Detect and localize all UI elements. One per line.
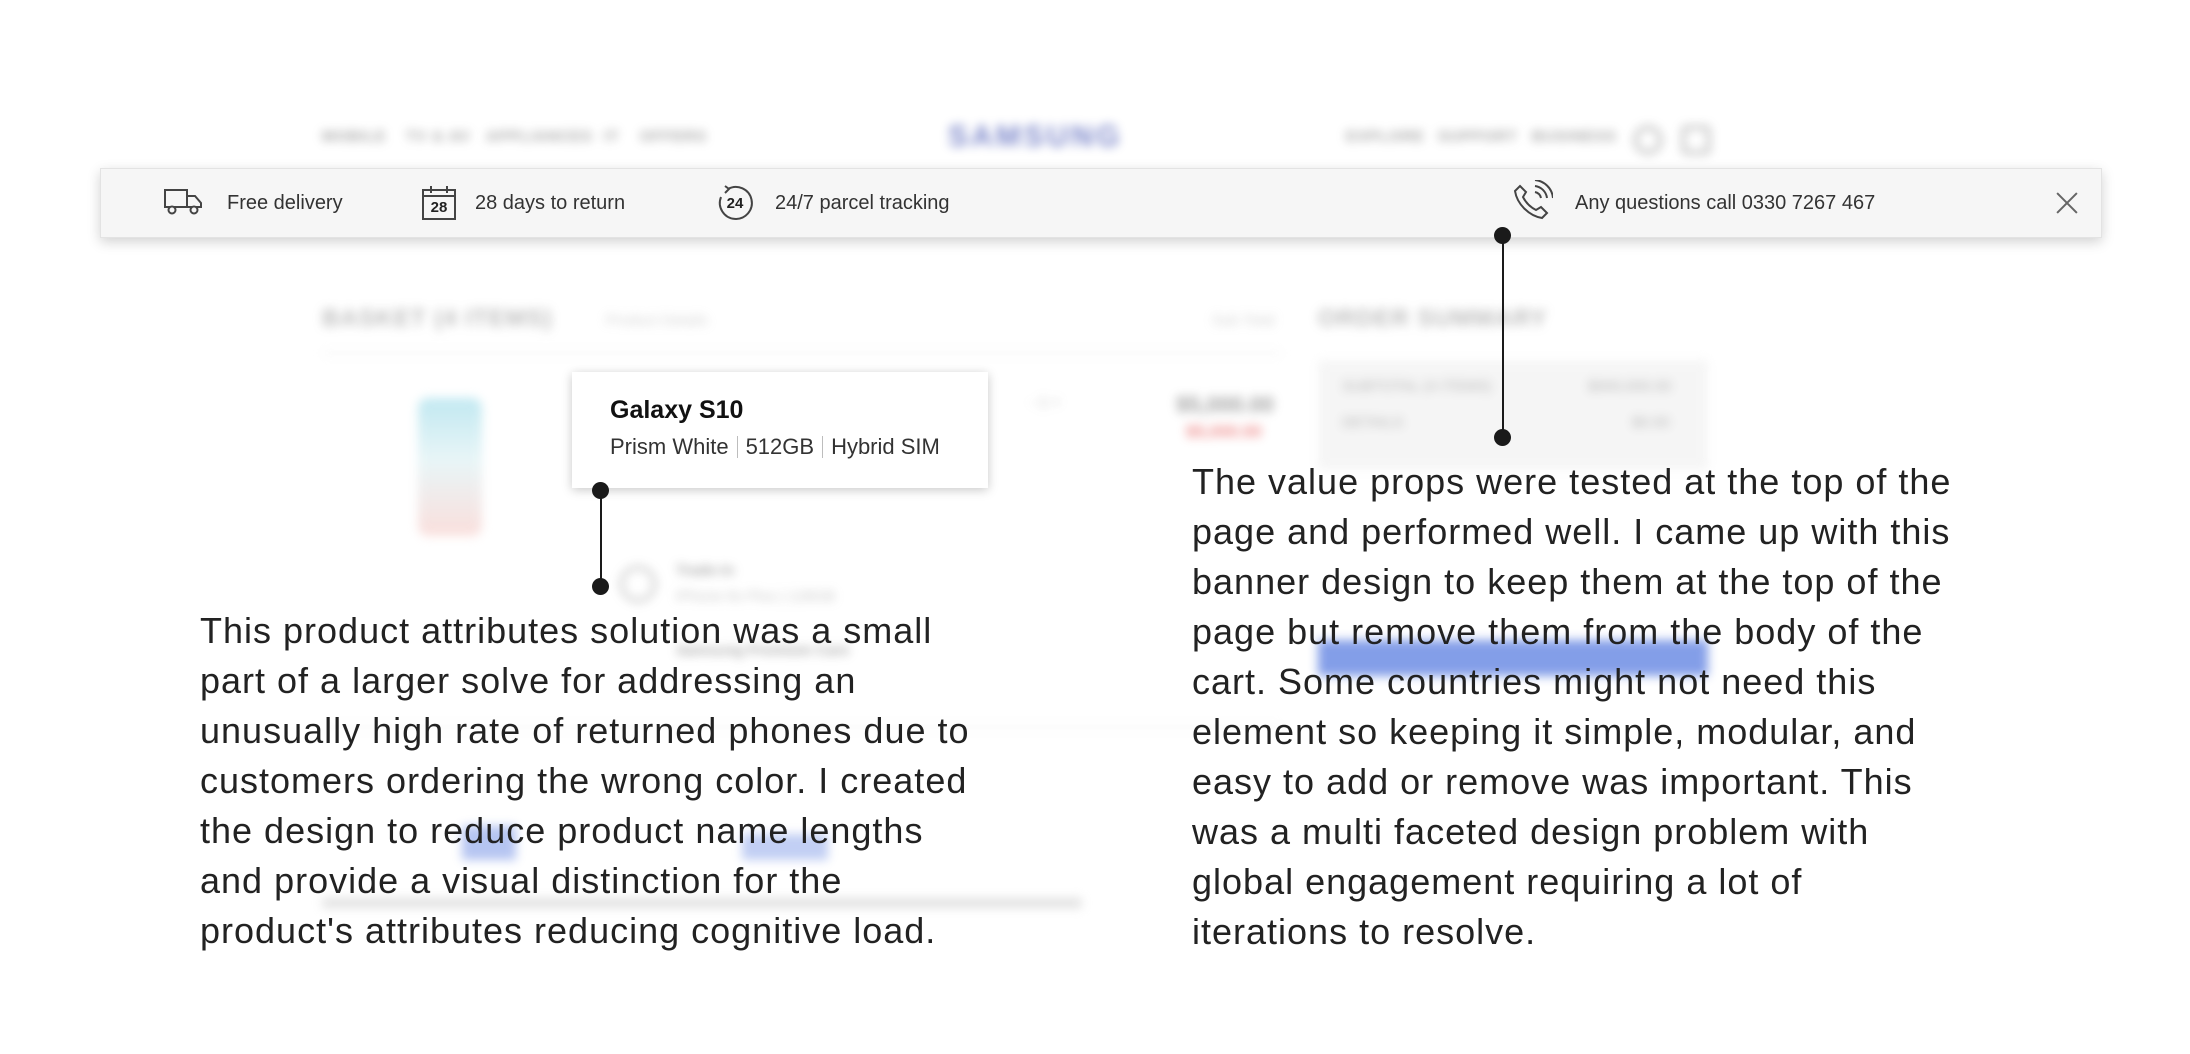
attribute-sim: Hybrid SIM	[831, 434, 940, 459]
item-old-price: $5,000.00	[1186, 422, 1262, 441]
nav-business[interactable]: BUSINESS	[1532, 128, 1617, 145]
clock-icon-number: 24	[726, 195, 744, 212]
samsung-logo[interactable]: SAMSUNG	[948, 120, 1122, 154]
callout-dot-left-top	[592, 482, 609, 499]
value-prop-returns: 28 28 days to return	[421, 169, 625, 237]
trade-in-icon	[620, 566, 656, 602]
trade-in-label: Trade-in	[676, 562, 735, 579]
phone-icon	[1511, 178, 1554, 227]
nav-mobile[interactable]: MOBILE	[322, 128, 386, 145]
delivery-value: $0.00	[1632, 414, 1670, 431]
tracking-label: 24/7 parcel tracking	[775, 191, 950, 214]
nav-explore[interactable]: EXPLORE	[1346, 128, 1425, 145]
contact-label[interactable]: Any questions call 0330 7267 467	[1575, 192, 1875, 215]
value-prop-contact: Any questions call 0330 7267 467	[1511, 169, 1875, 237]
value-prop-tracking: 24 24/7 parcel tracking	[715, 169, 950, 237]
attribute-storage: 512GB	[745, 434, 815, 459]
attribute-color: Prism White	[610, 434, 729, 459]
summary-label: SUBTOTAL (4 ITEMS)	[1342, 378, 1492, 395]
callout-dot-right-top	[1494, 227, 1511, 244]
product-attributes-card: Galaxy S10 Prism White 512GB Hybrid SIM	[572, 372, 988, 488]
value-prop-banner: Free delivery 28 28 days to return 24 24…	[100, 168, 2102, 238]
returns-label: 28 days to return	[475, 191, 626, 214]
product-attributes: Prism White 512GB Hybrid SIM	[610, 434, 940, 460]
basket-heading: BASKET (4 ITEMS)	[322, 305, 553, 332]
annotation-left: This product attributes solution was a s…	[200, 610, 970, 951]
order-summary-panel: SUBTOTAL (4 ITEMS) $000,000.00 DETAILS $…	[1318, 360, 1708, 470]
phone-thumbnail	[418, 398, 482, 536]
nav-it[interactable]: IT	[604, 128, 619, 145]
nav-tv-av[interactable]: TV & AV	[406, 128, 471, 145]
callout-line-right	[1502, 236, 1504, 438]
nav-support[interactable]: SUPPORT	[1438, 128, 1518, 145]
calendar-icon: 28	[421, 185, 457, 221]
nav-appliances[interactable]: APPLIANCES	[486, 128, 593, 145]
order-summary-heading: ORDER SUMMARY	[1318, 305, 1548, 332]
value-prop-free-delivery: Free delivery	[163, 169, 343, 237]
callout-dot-right-bottom	[1494, 429, 1511, 446]
delivery-label: DETAILS	[1342, 414, 1404, 431]
product-details-label: Product Details	[606, 312, 708, 329]
nav-offers[interactable]: OFFERS	[640, 128, 707, 145]
free-delivery-label: Free delivery	[227, 191, 343, 214]
cart-icon[interactable]	[1682, 126, 1710, 154]
sub-total-label: Sub Total	[1212, 312, 1275, 329]
attribute-separator	[822, 436, 824, 458]
summary-value: $000,000.00	[1588, 378, 1672, 395]
callout-dot-left-bottom	[592, 578, 609, 595]
product-title: Galaxy S10	[610, 396, 744, 424]
divider	[322, 352, 1282, 354]
item-price: $5,000.00	[1176, 392, 1274, 417]
close-icon[interactable]	[2055, 191, 2079, 215]
attribute-separator	[736, 436, 738, 458]
annotation-right: The value props were tested at the top o…	[1192, 461, 1952, 952]
delivery-truck-icon	[163, 186, 203, 221]
calendar-icon-number: 28	[430, 199, 448, 216]
account-icon[interactable]	[1634, 126, 1662, 154]
trade-in-sub: iPhone 6s Plus | 128GB	[676, 588, 835, 605]
clock-24-icon: 24	[715, 183, 755, 223]
quantity-stepper[interactable]: - 1 +	[1030, 394, 1060, 411]
callout-line-left	[600, 490, 602, 586]
